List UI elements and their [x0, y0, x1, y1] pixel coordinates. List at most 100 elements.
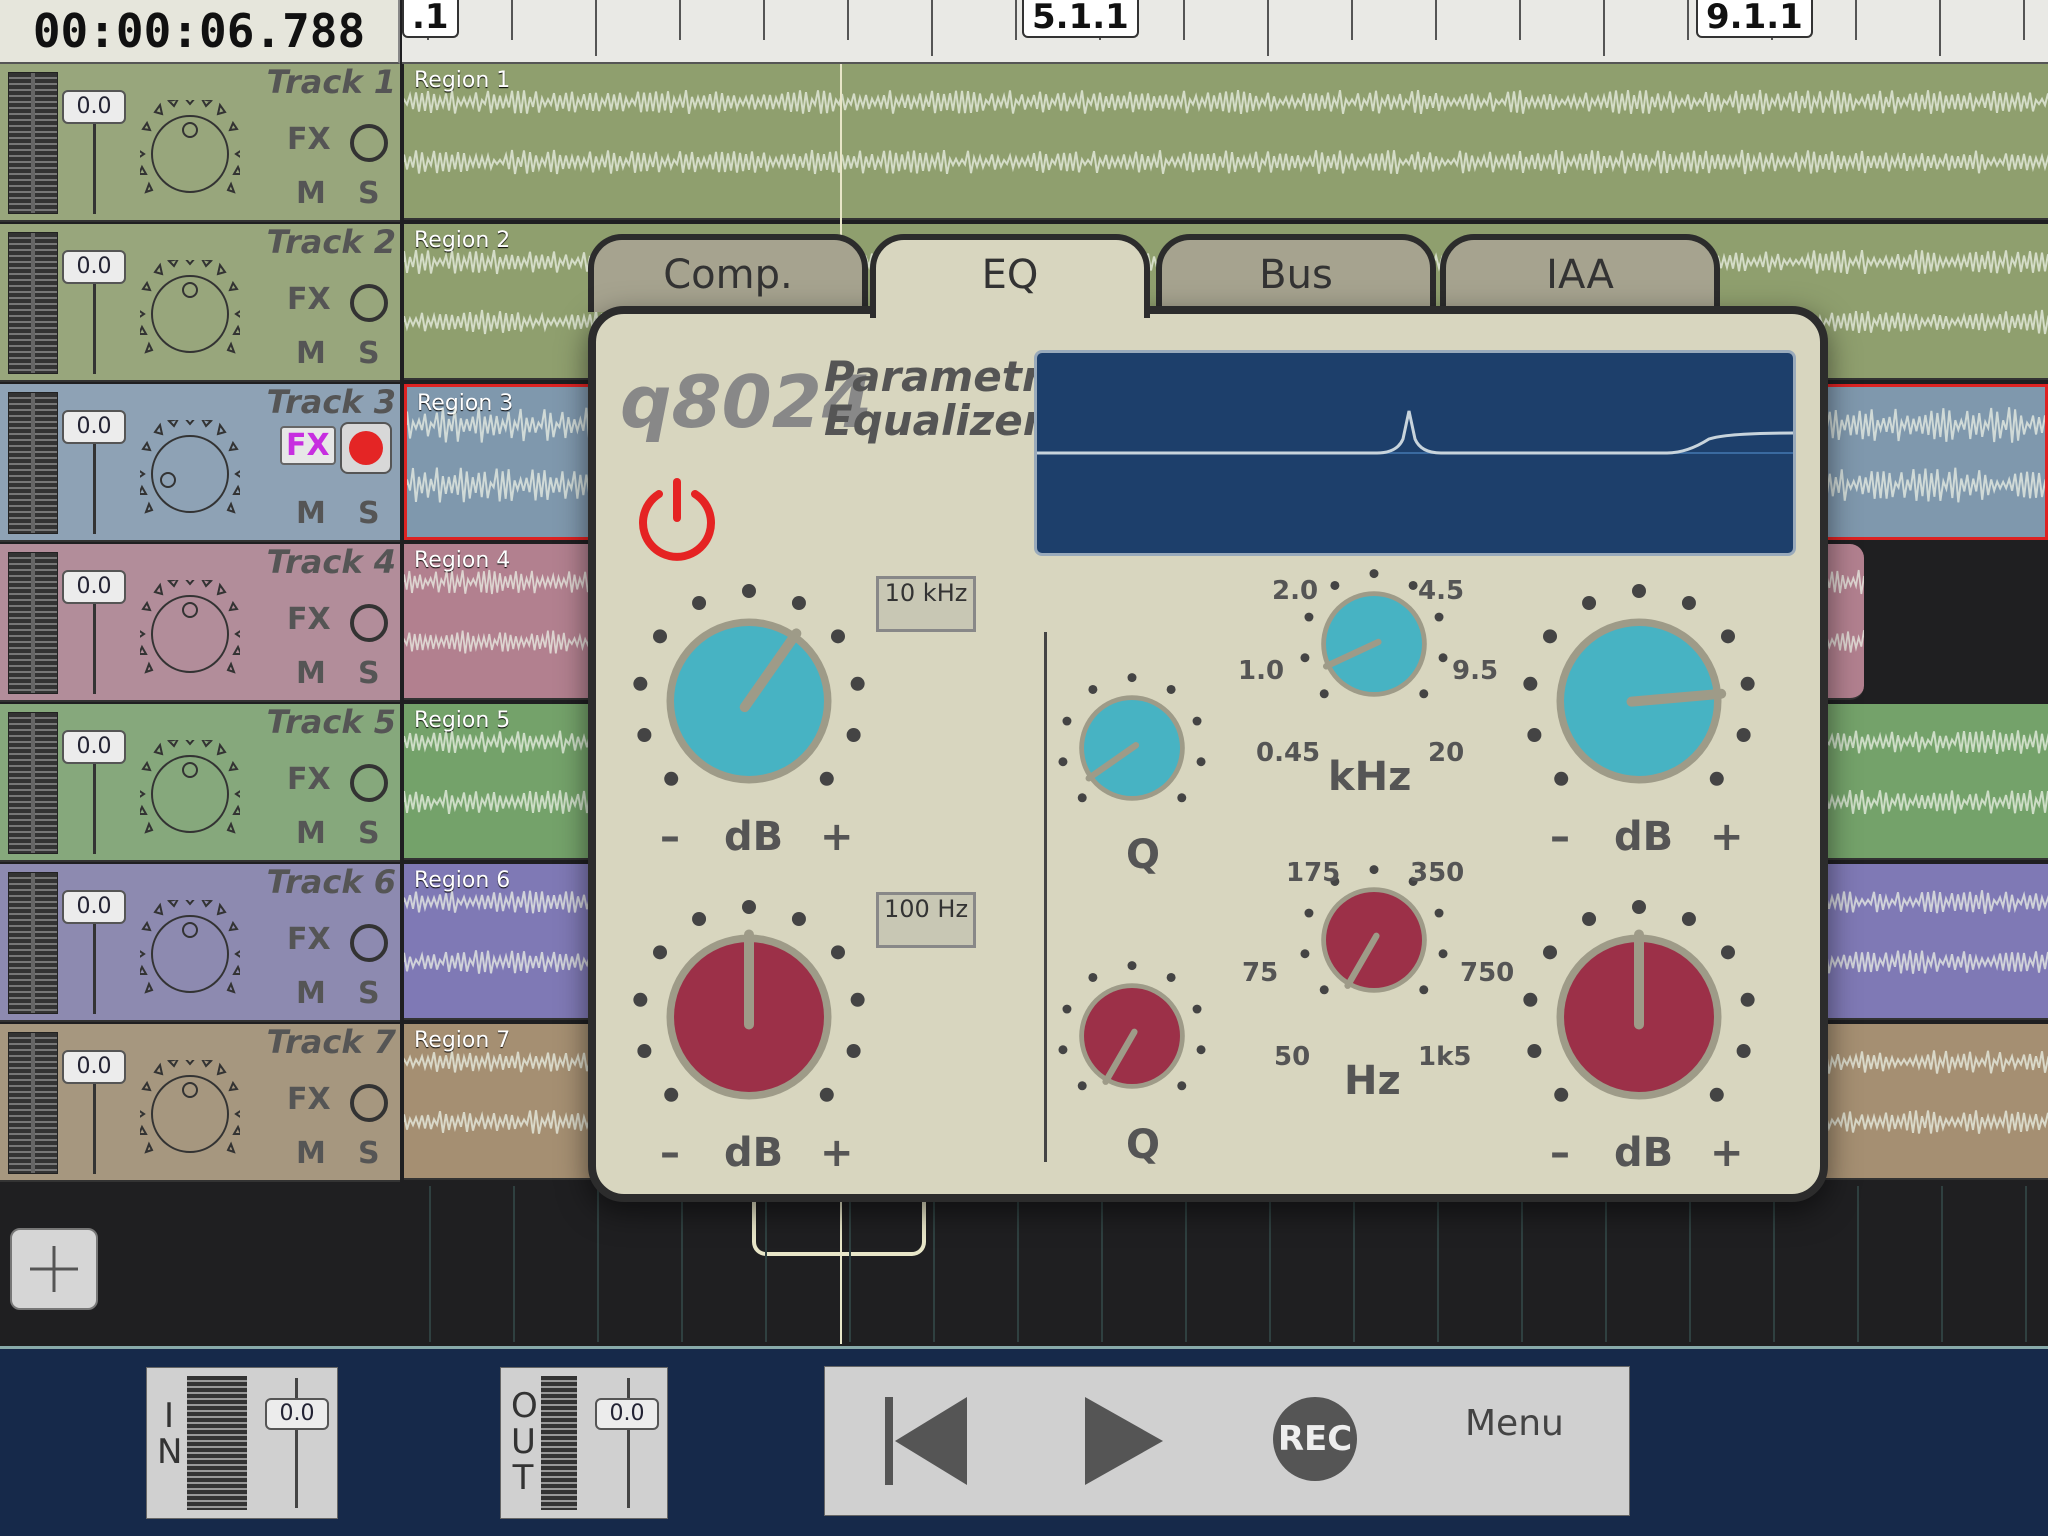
scale-label: 4.5: [1418, 576, 1465, 606]
track-name[interactable]: Track 3: [267, 384, 396, 420]
track-header[interactable]: 0.0 Track 7 FX M S: [0, 1024, 400, 1182]
record-arm-button[interactable]: [350, 764, 388, 802]
add-track-button[interactable]: [10, 1228, 98, 1310]
track-name[interactable]: Track 2: [267, 224, 396, 260]
q-label: Q: [1126, 832, 1161, 878]
pan-knob[interactable]: [140, 580, 240, 680]
solo-button[interactable]: S: [358, 976, 380, 1011]
record-button[interactable]: REC: [1273, 1397, 1357, 1481]
high-shelf-gain-knob[interactable]: [624, 576, 874, 826]
mute-button[interactable]: M: [296, 816, 326, 851]
timecode-display: 00:00:06.788: [0, 0, 400, 64]
track-name[interactable]: Track 5: [267, 704, 396, 740]
record-arm-button[interactable]: [350, 604, 388, 642]
waveform: [404, 89, 2048, 115]
mute-button[interactable]: M: [296, 1136, 326, 1171]
record-arm-button[interactable]: [350, 1084, 388, 1122]
record-arm-button[interactable]: [350, 124, 388, 162]
record-arm-button[interactable]: [350, 284, 388, 322]
track-name[interactable]: Track 7: [267, 1024, 396, 1060]
mute-button[interactable]: M: [296, 976, 326, 1011]
scale-label: 0.45: [1256, 738, 1321, 768]
pan-knob[interactable]: [140, 420, 240, 520]
track-header[interactable]: 0.0 Track 2 FX M S: [0, 224, 400, 382]
mute-button[interactable]: M: [296, 496, 326, 531]
pan-knob[interactable]: [140, 100, 240, 200]
solo-button[interactable]: S: [358, 656, 380, 691]
scale-label: 20: [1428, 738, 1465, 768]
input-level-meter: [187, 1376, 247, 1510]
minus-label: –: [660, 1130, 680, 1176]
power-icon[interactable]: [632, 472, 722, 562]
output-meter-box: OUT 0.0: [500, 1367, 668, 1519]
tab-comp[interactable]: Comp.: [588, 234, 868, 312]
low-shelf-gain-knob[interactable]: [624, 892, 874, 1142]
track-name[interactable]: Track 6: [267, 864, 396, 900]
pan-knob[interactable]: [140, 260, 240, 360]
track-volume-fader[interactable]: 0.0: [62, 1050, 126, 1084]
ruler-label-5: 5.1.1: [1022, 0, 1139, 38]
low-band-gain-knob[interactable]: [1514, 892, 1764, 1142]
low-shelf-freq-display[interactable]: 100 Hz: [876, 892, 976, 948]
solo-button[interactable]: S: [358, 176, 380, 211]
fx-button[interactable]: FX: [287, 762, 331, 797]
fx-button[interactable]: FX: [287, 122, 331, 157]
track-volume-fader[interactable]: 0.0: [62, 570, 126, 604]
mute-button[interactable]: M: [296, 656, 326, 691]
audio-region[interactable]: Region 1: [404, 64, 2048, 220]
solo-button[interactable]: S: [358, 336, 380, 371]
track-volume-fader[interactable]: 0.0: [62, 890, 126, 924]
track-level-meter: [8, 1032, 58, 1174]
track-name[interactable]: Track 4: [267, 544, 396, 580]
timeline-ruler[interactable]: .1 5.1.1 9.1.1: [402, 0, 2048, 64]
fx-button[interactable]: FX: [287, 282, 331, 317]
eq-curve-display[interactable]: [1034, 350, 1796, 556]
track-header[interactable]: 0.0 Track 6 FX M S: [0, 864, 400, 1022]
track-header[interactable]: 0.0 Track 3 FX M S: [0, 384, 400, 542]
track-volume-fader[interactable]: 0.0: [62, 250, 126, 284]
scale-label: 1k5: [1418, 1042, 1472, 1072]
solo-button[interactable]: S: [358, 496, 380, 531]
pan-knob[interactable]: [140, 900, 240, 1000]
khz-label: kHz: [1328, 754, 1412, 800]
db-label: dB: [1614, 1130, 1674, 1176]
track-header[interactable]: 0.0 Track 1 FX M S: [0, 64, 400, 222]
record-arm-button[interactable]: [340, 422, 392, 474]
track-name[interactable]: Track 1: [267, 64, 396, 100]
minus-label: –: [1550, 1130, 1570, 1176]
track-header[interactable]: 0.0 Track 5 FX M S: [0, 704, 400, 862]
track-volume-fader[interactable]: 0.0: [62, 730, 126, 764]
low-q-knob[interactable]: [1052, 956, 1212, 1116]
plus-label: +: [1710, 814, 1744, 860]
track-volume-fader[interactable]: 0.0: [62, 410, 126, 444]
db-label: dB: [1614, 814, 1674, 860]
fx-button[interactable]: FX: [287, 1082, 331, 1117]
scale-label: 75: [1242, 958, 1279, 988]
solo-button[interactable]: S: [358, 1136, 380, 1171]
tab-iaa[interactable]: IAA: [1440, 234, 1720, 312]
pan-knob[interactable]: [140, 740, 240, 840]
fx-button[interactable]: FX: [287, 602, 331, 637]
tab-eq[interactable]: EQ: [870, 234, 1150, 318]
track-level-meter: [8, 712, 58, 854]
high-q-knob[interactable]: [1052, 668, 1212, 828]
tab-bus[interactable]: Bus: [1156, 234, 1436, 312]
input-fader[interactable]: 0.0: [265, 1398, 329, 1430]
eq-title-line2: Equalizer: [824, 396, 1044, 445]
mute-button[interactable]: M: [296, 176, 326, 211]
high-shelf-freq-display[interactable]: 10 kHz: [876, 576, 976, 632]
high-band-gain-knob[interactable]: [1514, 576, 1764, 826]
solo-button[interactable]: S: [358, 816, 380, 851]
play-icon[interactable]: [1079, 1393, 1169, 1489]
fx-button[interactable]: FX: [280, 426, 336, 465]
q-label: Q: [1126, 1122, 1161, 1168]
record-arm-button[interactable]: [350, 924, 388, 962]
rewind-icon[interactable]: [881, 1393, 971, 1489]
pan-knob[interactable]: [140, 1060, 240, 1160]
track-header[interactable]: 0.0 Track 4 FX M S: [0, 544, 400, 702]
track-volume-fader[interactable]: 0.0: [62, 90, 126, 124]
output-fader[interactable]: 0.0: [595, 1398, 659, 1430]
fx-button[interactable]: FX: [287, 922, 331, 957]
mute-button[interactable]: M: [296, 336, 326, 371]
menu-button[interactable]: Menu: [1465, 1403, 1564, 1444]
